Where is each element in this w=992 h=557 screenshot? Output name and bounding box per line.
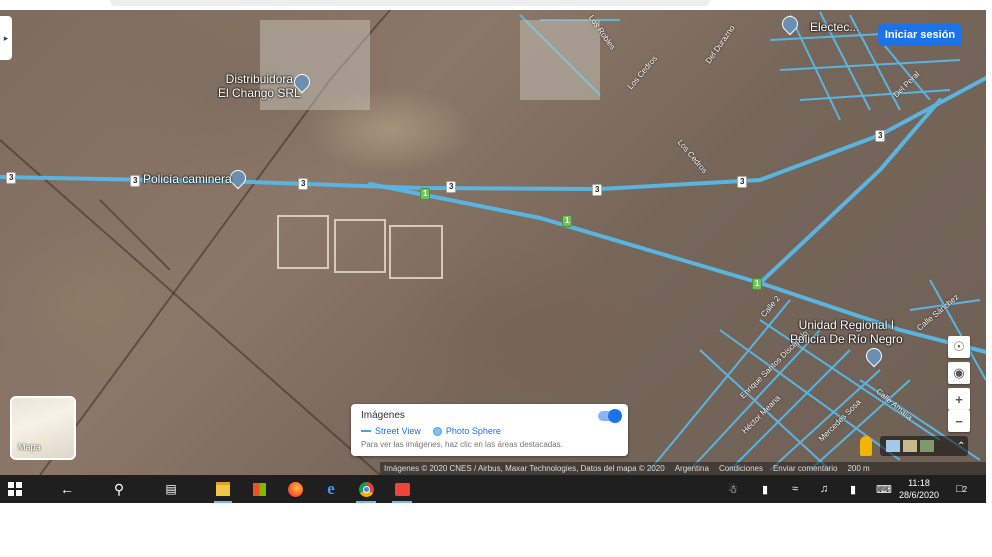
map-layer-toggle[interactable]: Mapa [10,396,76,460]
task-view-icon[interactable]: ▤ [158,475,184,503]
imagery-thumbnails[interactable]: ⌃ [880,436,968,456]
country-label[interactable]: Argentina [675,464,709,473]
browser-top-strip [0,0,986,10]
street-view-label: Street View [375,426,421,436]
route-shield: 1 [420,188,431,200]
system-clock[interactable]: 11:18 28/6/2020 [896,477,942,501]
imagery-panel: Imágenes Street View Photo Sphere Para v… [351,404,628,456]
battery-icon[interactable]: ▮ [762,475,768,503]
terms-link[interactable]: Condiciones [719,464,763,473]
route-shield: 1 [752,278,763,290]
route-shield: 3 [737,176,748,188]
file-explorer-icon[interactable] [210,475,236,503]
pegman-icon[interactable] [860,436,872,456]
keyboard-icon[interactable]: ⌨ [876,475,892,503]
street-view-line-icon [361,430,371,432]
edge-icon[interactable]: e [318,475,344,503]
imagery-panel-title: Imágenes [361,410,405,421]
zoom-in-icon[interactable]: + [948,388,970,410]
route-shield: 3 [130,175,141,187]
imagery-hint: Para ver las imágenes, haz clic en las á… [361,440,563,449]
imagery-toggle[interactable] [598,409,622,423]
people-icon[interactable]: ☃ [728,475,738,503]
expand-chevron-icon[interactable]: ⌃ [957,441,965,452]
route-shield: 1 [562,215,573,227]
scale-label[interactable]: 200 m [847,464,869,473]
notification-count: 2 [962,484,968,494]
collapse-side-panel-icon[interactable]: ▸ [0,16,12,60]
route-shield: 3 [592,184,603,196]
screen: 3 3 3 3 3 3 3 1 1 1 Distribuidora El Cha… [0,0,986,503]
login-button[interactable]: Iniciar sesión [878,24,962,46]
my-location-icon[interactable]: ◉ [948,362,970,384]
imagery-legend: Street View Photo Sphere [361,426,501,436]
windows-taskbar: ← ⚲ ▤ e ☃ ▮ ≈ ♫ ▮ ⌨ 11:18 28/6/2020 □ 2 [0,475,986,503]
clock-time: 11:18 [908,478,930,488]
notifications-icon[interactable]: □ 2 [956,475,967,503]
attribution-text: Imágenes © 2020 CNES / Airbus, Maxar Tec… [384,464,665,473]
firefox-icon[interactable] [282,475,308,503]
anydesk-icon[interactable] [388,475,416,503]
place-label[interactable]: Distribuidora El Chango SRL [218,72,301,100]
search-icon[interactable]: ⚲ [106,475,132,503]
back-icon[interactable]: ← [54,475,80,503]
photo-sphere-dot-icon [432,426,442,436]
microphone-icon[interactable]: ▮ [850,475,856,503]
place-label[interactable]: Policía caminera [143,172,232,186]
route-shield: 3 [6,172,17,184]
place-label[interactable]: Electec... [810,20,859,34]
chrome-icon[interactable] [352,475,380,503]
clock-date: 28/6/2020 [898,490,940,500]
map-layer-label: Mapa [18,442,41,452]
feedback-link[interactable]: Enviar comentario [773,464,837,473]
store-icon[interactable] [246,475,272,503]
map-footer: Imágenes © 2020 CNES / Airbus, Maxar Tec… [380,462,986,475]
globe-icon[interactable]: ☉ [948,336,970,358]
photo-sphere-label: Photo Sphere [445,426,501,436]
route-shield: 3 [446,181,457,193]
start-icon[interactable] [4,475,26,503]
satellite-map[interactable]: 3 3 3 3 3 3 3 1 1 1 Distribuidora El Cha… [0,0,986,475]
zoom-out-icon[interactable]: − [948,410,970,432]
wifi-icon[interactable]: ≈ [792,475,798,503]
route-shield: 3 [875,130,886,142]
volume-icon[interactable]: ♫ [820,475,828,503]
route-shield: 3 [298,178,309,190]
